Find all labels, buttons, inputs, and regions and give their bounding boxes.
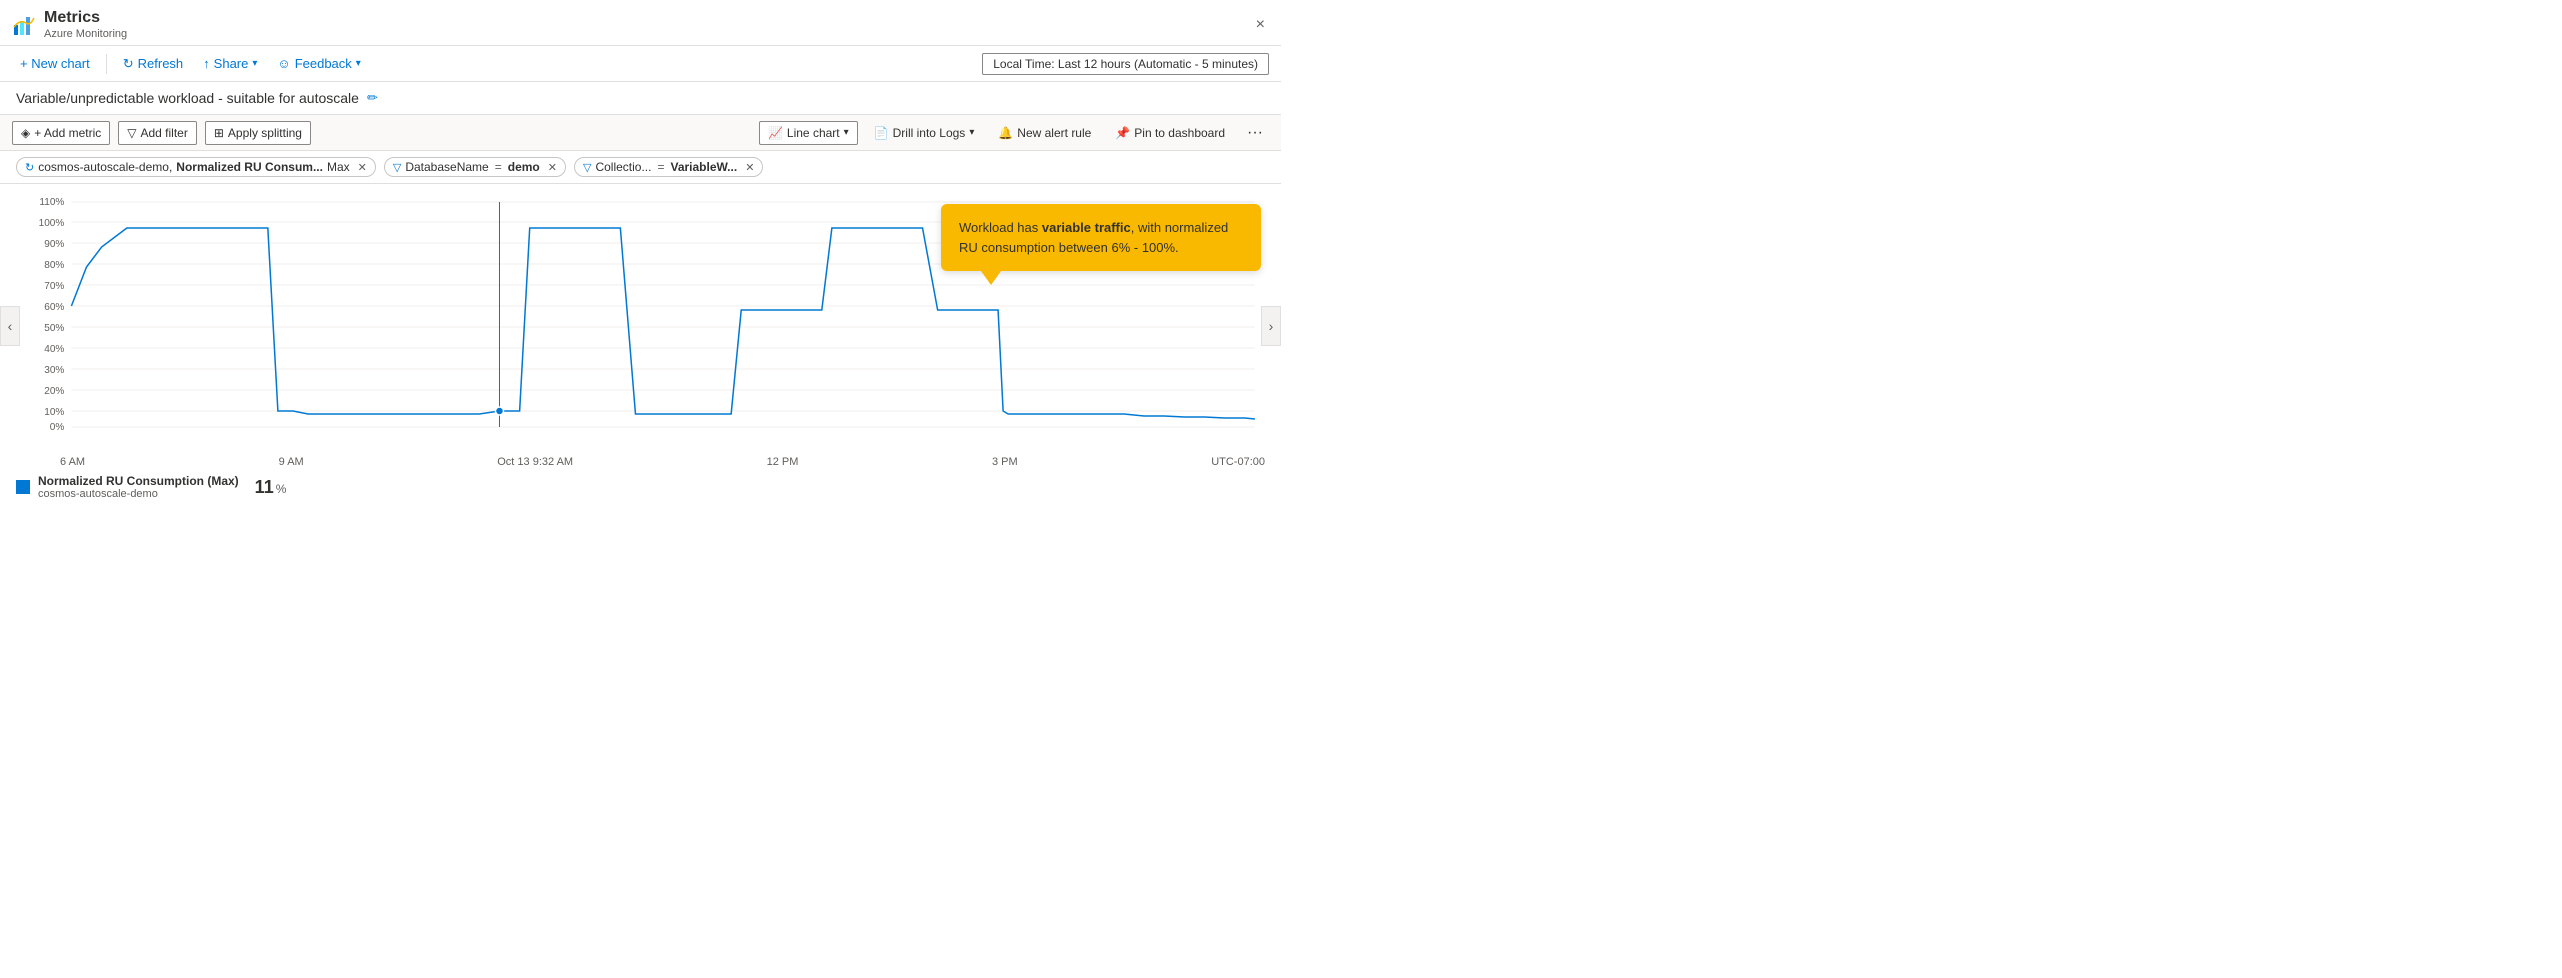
svg-text:50%: 50% bbox=[44, 323, 64, 334]
edit-title-icon[interactable]: ✏ bbox=[367, 90, 378, 106]
x-label-6am: 6 AM bbox=[60, 456, 85, 468]
tooltip-bubble: Workload has variable traffic, with norm… bbox=[941, 204, 1261, 271]
database-filter-pill[interactable]: ▽ DatabaseName = demo ✕ bbox=[384, 157, 566, 177]
tooltip-text-bold: variable traffic bbox=[1042, 220, 1131, 235]
toolbar-separator-1 bbox=[106, 54, 107, 74]
chart-type-chevron-icon: ▾ bbox=[844, 127, 849, 138]
new-chart-button[interactable]: + New chart bbox=[12, 52, 98, 75]
collection-filter-icon: ▽ bbox=[583, 161, 591, 174]
apply-splitting-button[interactable]: ⊞ Apply splitting bbox=[205, 121, 311, 145]
alert-icon: 🔔 bbox=[998, 126, 1013, 140]
drill-logs-chevron-icon: ▾ bbox=[969, 127, 974, 138]
x-label-3pm: 3 PM bbox=[992, 456, 1018, 468]
svg-text:20%: 20% bbox=[44, 386, 64, 397]
collection-filter-pill[interactable]: ▽ Collectio... = VariableW... ✕ bbox=[574, 157, 763, 177]
legend-area: Normalized RU Consumption (Max) cosmos-a… bbox=[0, 468, 1281, 506]
svg-text:40%: 40% bbox=[44, 344, 64, 355]
metric-pill[interactable]: ↻ cosmos-autoscale-demo, Normalized RU C… bbox=[16, 157, 376, 177]
pin-dashboard-button[interactable]: 📌 Pin to dashboard bbox=[1107, 122, 1233, 144]
database-value: demo bbox=[508, 160, 540, 174]
svg-text:80%: 80% bbox=[44, 260, 64, 271]
filter-icon: ▽ bbox=[127, 126, 136, 140]
svg-text:60%: 60% bbox=[44, 302, 64, 313]
app-icon bbox=[12, 13, 36, 37]
chart-nav-right[interactable]: › bbox=[1261, 306, 1281, 346]
filter-area: ↻ cosmos-autoscale-demo, Normalized RU C… bbox=[0, 151, 1281, 184]
app-title: Metrics bbox=[44, 8, 127, 27]
add-metric-icon: ◈ bbox=[21, 126, 30, 140]
legend-swatch bbox=[16, 480, 30, 494]
metric-pill-prefix: cosmos-autoscale-demo, bbox=[38, 160, 172, 174]
app-subtitle: Azure Monitoring bbox=[44, 28, 127, 41]
refresh-button[interactable]: ↻ Refresh bbox=[115, 52, 191, 76]
line-chart-icon: 📈 bbox=[768, 126, 783, 140]
svg-text:90%: 90% bbox=[44, 239, 64, 250]
svg-text:0%: 0% bbox=[50, 422, 65, 432]
metric-pill-bold: Normalized RU Consum... bbox=[176, 160, 323, 174]
new-alert-button[interactable]: 🔔 New alert rule bbox=[990, 122, 1099, 144]
database-equals: = bbox=[495, 160, 502, 174]
database-pill-close[interactable]: ✕ bbox=[548, 161, 557, 174]
database-label: DatabaseName bbox=[405, 160, 488, 174]
legend-label: Normalized RU Consumption (Max) bbox=[38, 474, 239, 488]
drill-logs-button[interactable]: 📄 Drill into Logs ▾ bbox=[866, 122, 983, 144]
split-icon: ⊞ bbox=[214, 126, 224, 140]
feedback-button[interactable]: ☺ Feedback ▾ bbox=[269, 52, 368, 75]
svg-text:10%: 10% bbox=[44, 407, 64, 418]
feedback-icon: ☺ bbox=[277, 56, 290, 71]
x-label-timestamp: Oct 13 9:32 AM bbox=[497, 456, 573, 468]
more-options-button[interactable]: ··· bbox=[1241, 120, 1269, 146]
svg-text:30%: 30% bbox=[44, 365, 64, 376]
time-range-button[interactable]: Local Time: Last 12 hours (Automatic - 5… bbox=[982, 53, 1269, 75]
metric-pill-icon: ↻ bbox=[25, 161, 34, 174]
collection-equals: = bbox=[657, 160, 664, 174]
x-label-utc: UTC-07:00 bbox=[1211, 456, 1265, 468]
svg-text:70%: 70% bbox=[44, 281, 64, 292]
database-filter-icon: ▽ bbox=[393, 161, 401, 174]
chart-type-button[interactable]: 📈 Line chart ▾ bbox=[759, 121, 858, 145]
collection-label: Collectio... bbox=[595, 160, 651, 174]
chart-nav-left[interactable]: ‹ bbox=[0, 306, 20, 346]
share-chevron-icon: ▾ bbox=[252, 58, 257, 69]
add-filter-button[interactable]: ▽ Add filter bbox=[118, 121, 197, 145]
feedback-chevron-icon: ▾ bbox=[356, 58, 361, 69]
share-button[interactable]: ↑ Share ▾ bbox=[195, 52, 265, 75]
share-icon: ↑ bbox=[203, 56, 210, 71]
collection-pill-close[interactable]: ✕ bbox=[745, 161, 754, 174]
metric-pill-suffix: Max bbox=[327, 160, 350, 174]
x-label-12pm: 12 PM bbox=[767, 456, 799, 468]
collection-value: VariableW... bbox=[670, 160, 737, 174]
chart-title-text: Variable/unpredictable workload - suitab… bbox=[16, 90, 359, 106]
svg-text:110%: 110% bbox=[39, 197, 64, 208]
pin-icon: 📌 bbox=[1115, 126, 1130, 140]
legend-unit: % bbox=[276, 482, 287, 496]
chart-container: 110% 100% 90% 80% 70% 60% 50% 40% 30% 20… bbox=[0, 184, 1281, 454]
refresh-icon: ↻ bbox=[123, 56, 134, 72]
drill-logs-icon: 📄 bbox=[874, 126, 889, 140]
close-button[interactable]: × bbox=[1252, 12, 1269, 38]
svg-text:100%: 100% bbox=[39, 218, 65, 229]
legend-sublabel: cosmos-autoscale-demo bbox=[38, 488, 239, 500]
legend-value: 11 bbox=[255, 477, 274, 498]
add-metric-button[interactable]: ◈ + Add metric bbox=[12, 121, 110, 145]
x-axis: 6 AM 9 AM Oct 13 9:32 AM 12 PM 3 PM UTC-… bbox=[0, 454, 1281, 468]
x-label-9am: 9 AM bbox=[279, 456, 304, 468]
metric-pill-close[interactable]: ✕ bbox=[358, 161, 367, 174]
tooltip-text-normal: Workload has bbox=[959, 220, 1042, 235]
